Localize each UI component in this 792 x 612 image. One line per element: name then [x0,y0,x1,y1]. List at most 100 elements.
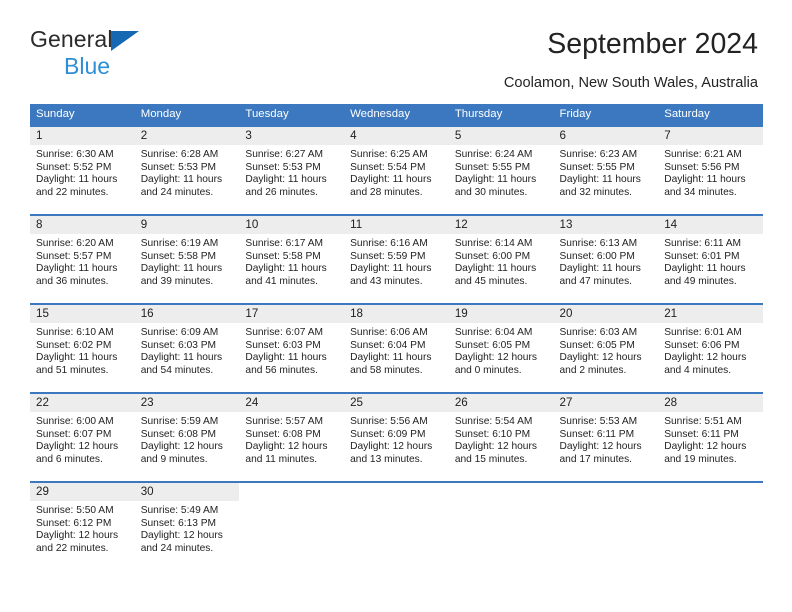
calendar-day-cell[interactable]: 20 Sunrise: 6:03 AM Sunset: 6:05 PM Dayligh… [553,303,659,393]
calendar-day-cell[interactable]: 8 Sunrise: 6:20 AM Sunset: 5:57 PM Daylight… [30,214,135,304]
calendar-day-cell[interactable]: 16 Sunrise: 6:09 AM Sunset: 6:03 PM Dayligh… [134,303,240,393]
sunrise-text: Sunrise: 6:21 AM [664,149,742,160]
calendar-day-cell[interactable]: 14 Sunrise: 6:11 AM Sunset: 6:01 PM Dayligh… [658,214,763,304]
calendar-day-cell[interactable]: 2 Sunrise: 6:28 AM Sunset: 5:53 PM Daylight… [134,125,240,215]
sunset-text: Sunset: 6:04 PM [350,339,426,351]
calendar-day-cell[interactable]: 1 Sunrise: 6:30 AM Sunset: 5:52 PM Daylight… [30,125,135,215]
daylight-text-line1: Daylight: 12 hours [454,441,537,453]
brand-logo: General Blue [30,28,200,78]
day-number: 2 [134,127,240,145]
sunrise-text: Sunrise: 6:01 AM [664,327,742,338]
day-number [658,483,763,501]
sunrise-text: Sunrise: 6:19 AM [140,238,219,249]
daylight-text-line2: and 41 minutes. [245,275,318,287]
day-number: 5 [448,127,554,145]
day-sun-info: Sunrise: 6:01 AM Sunset: 6:06 PM Daylight:… [658,323,763,377]
day-sun-info: Sunrise: 5:57 AM Sunset: 6:08 PM Daylight:… [239,412,344,466]
calendar-day-cell-empty [344,481,449,570]
sunset-text: Sunset: 5:58 PM [140,250,217,262]
daylight-text-line2: and 15 minutes. [454,453,528,465]
sunrise-text: Sunrise: 6:14 AM [454,238,533,249]
sunrise-text: Sunrise: 6:30 AM [36,149,114,160]
sunrise-text: Sunrise: 6:04 AM [454,327,533,338]
calendar-day-cell[interactable]: 4 Sunrise: 6:25 AM Sunset: 5:54 PM Daylight… [344,125,449,215]
calendar-day-cell[interactable]: 28 Sunrise: 5:51 AM Sunset: 6:11 PM Dayligh… [658,392,763,482]
calendar-day-cell[interactable]: 7 Sunrise: 6:21 AM Sunset: 5:56 PM Daylight… [658,125,763,215]
sunset-text: Sunset: 5:53 PM [245,161,321,173]
sunrise-text: Sunrise: 6:16 AM [350,238,428,249]
day-number: 30 [134,483,240,501]
brand-triangle-icon [111,31,139,51]
sunset-text: Sunset: 6:13 PM [140,517,217,529]
daylight-text-line1: Daylight: 11 hours [140,174,223,186]
daylight-text-line2: and 2 minutes. [559,364,627,376]
calendar-day-cell[interactable]: 6 Sunrise: 6:23 AM Sunset: 5:55 PM Daylight… [553,125,659,215]
sunset-text: Sunset: 6:03 PM [140,339,217,351]
sunset-text: Sunset: 5:57 PM [36,250,112,262]
sunset-text: Sunset: 6:11 PM [664,428,739,440]
calendar-day-cell[interactable]: 13 Sunrise: 6:13 AM Sunset: 6:00 PM Dayligh… [553,214,659,304]
day-number: 16 [134,305,240,323]
daylight-text-line1: Daylight: 11 hours [245,174,327,186]
sunset-text: Sunset: 5:55 PM [454,161,531,173]
sunset-text: Sunset: 6:12 PM [36,517,112,529]
day-sun-info: Sunrise: 6:25 AM Sunset: 5:54 PM Daylight:… [344,145,449,199]
sunset-text: Sunset: 6:08 PM [140,428,217,440]
calendar-day-cell-empty [239,481,345,570]
calendar-day-cell[interactable]: 3 Sunrise: 6:27 AM Sunset: 5:53 PM Daylight… [239,125,345,215]
sunset-text: Sunset: 6:00 PM [454,250,531,262]
daylight-text-line1: Daylight: 11 hours [664,263,746,275]
daylight-text-line2: and 56 minutes. [245,364,318,376]
calendar-day-cell[interactable]: 25 Sunrise: 5:56 AM Sunset: 6:09 PM Dayligh… [344,392,449,482]
daylight-text-line2: and 58 minutes. [350,364,423,376]
calendar-week-row: 8 Sunrise: 6:20 AM Sunset: 5:57 PM Daylight… [30,214,763,304]
calendar-day-cell[interactable]: 21 Sunrise: 6:01 AM Sunset: 6:06 PM Dayligh… [658,303,763,393]
calendar-day-cell[interactable]: 17 Sunrise: 6:07 AM Sunset: 6:03 PM Dayligh… [239,303,345,393]
calendar-day-cell[interactable]: 9 Sunrise: 6:19 AM Sunset: 5:58 PM Daylight… [134,214,240,304]
sunrise-text: Sunrise: 6:07 AM [245,327,323,338]
daylight-text-line1: Daylight: 11 hours [350,352,432,364]
weekday-header-thursday: Thursday [448,104,554,126]
day-sun-info: Sunrise: 6:06 AM Sunset: 6:04 PM Daylight:… [344,323,449,377]
day-number: 17 [239,305,345,323]
calendar-day-cell[interactable]: 22 Sunrise: 6:00 AM Sunset: 6:07 PM Dayligh… [30,392,135,482]
daylight-text-line2: and 0 minutes. [454,364,522,376]
brand-general-text: General [30,26,113,52]
day-sun-info: Sunrise: 6:19 AM Sunset: 5:58 PM Daylight:… [135,234,240,288]
calendar-day-cell[interactable]: 27 Sunrise: 5:53 AM Sunset: 6:11 PM Dayligh… [553,392,659,482]
calendar-day-cell[interactable]: 5 Sunrise: 6:24 AM Sunset: 5:55 PM Daylight… [448,125,554,215]
sunrise-text: Sunrise: 6:25 AM [350,149,428,160]
calendar-day-cell[interactable]: 26 Sunrise: 5:54 AM Sunset: 6:10 PM Dayligh… [448,392,554,482]
sunrise-text: Sunrise: 6:00 AM [36,416,114,427]
sunrise-text: Sunrise: 6:13 AM [559,238,638,249]
calendar-day-cell[interactable]: 24 Sunrise: 5:57 AM Sunset: 6:08 PM Dayligh… [239,392,345,482]
daylight-text-line1: Daylight: 12 hours [36,530,119,542]
daylight-text-line2: and 26 minutes. [245,186,318,198]
calendar-day-cell[interactable]: 10 Sunrise: 6:17 AM Sunset: 5:58 PM Dayligh… [239,214,345,304]
day-sun-info: Sunrise: 5:51 AM Sunset: 6:11 PM Daylight:… [658,412,763,466]
day-number [344,483,449,501]
calendar-header-row-group: Sunday Monday Tuesday Wednesday Thursday… [30,104,763,126]
day-number: 27 [553,394,659,412]
day-sun-info: Sunrise: 6:16 AM Sunset: 5:59 PM Daylight:… [344,234,449,288]
daylight-text-line2: and 4 minutes. [664,364,732,376]
sunrise-text: Sunrise: 5:51 AM [664,416,742,427]
calendar-week-row: 1 Sunrise: 6:30 AM Sunset: 5:52 PM Daylight… [30,125,763,215]
calendar-day-cell[interactable]: 19 Sunrise: 6:04 AM Sunset: 6:05 PM Dayligh… [448,303,554,393]
day-number: 14 [658,216,763,234]
weekday-header-wednesday: Wednesday [344,104,449,126]
sunrise-text: Sunrise: 6:17 AM [245,238,323,249]
calendar-day-cell[interactable]: 15 Sunrise: 6:10 AM Sunset: 6:02 PM Dayligh… [30,303,135,393]
calendar-day-cell[interactable]: 12 Sunrise: 6:14 AM Sunset: 6:00 PM Dayligh… [448,214,554,304]
calendar-day-cell[interactable]: 29 Sunrise: 5:50 AM Sunset: 6:12 PM Dayligh… [30,481,135,570]
calendar-day-cell[interactable]: 23 Sunrise: 5:59 AM Sunset: 6:08 PM Dayligh… [134,392,240,482]
daylight-text-line2: and 22 minutes. [36,186,109,198]
daylight-text-line2: and 45 minutes. [454,275,528,287]
daylight-text-line1: Daylight: 12 hours [140,441,223,453]
calendar-day-cell[interactable]: 11 Sunrise: 6:16 AM Sunset: 5:59 PM Dayligh… [344,214,449,304]
daylight-text-line2: and 30 minutes. [454,186,528,198]
day-number: 21 [658,305,763,323]
calendar-day-cell[interactable]: 30 Sunrise: 5:49 AM Sunset: 6:13 PM Dayligh… [134,481,240,570]
calendar-day-cell[interactable]: 18 Sunrise: 6:06 AM Sunset: 6:04 PM Dayligh… [344,303,449,393]
day-sun-info: Sunrise: 6:23 AM Sunset: 5:55 PM Daylight:… [554,145,659,199]
